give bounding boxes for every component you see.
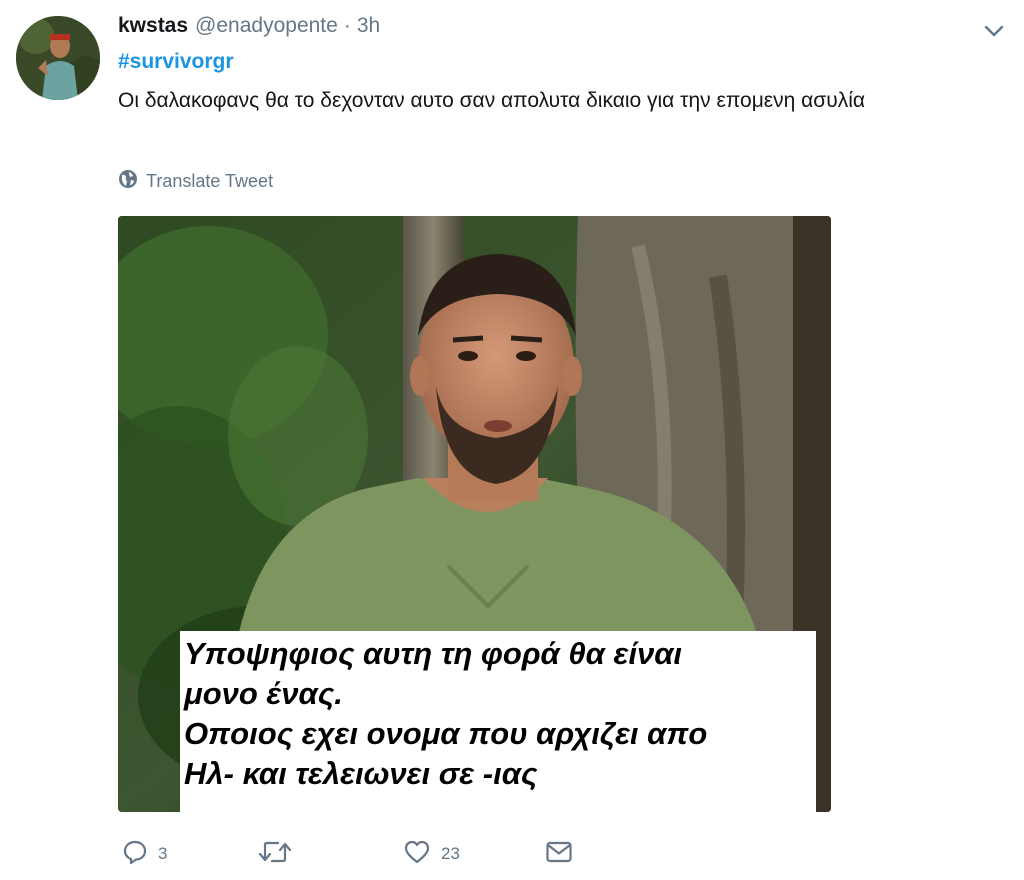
envelope-icon: [545, 840, 573, 869]
chevron-down-icon[interactable]: [980, 18, 1008, 42]
caption-line: Υποψηφιος αυτη τη φορά θα είναι: [184, 636, 683, 671]
reply-count: 3: [158, 844, 168, 863]
tweet-media-image[interactable]: Υποψηφιος αυτη τη φορά θα είναι μονο ένα…: [118, 216, 831, 812]
heart-icon: [403, 839, 431, 870]
avatar[interactable]: [16, 16, 100, 100]
translate-label: Translate Tweet: [146, 171, 274, 191]
translate-tweet-button[interactable]: Translate Tweet: [118, 169, 273, 194]
author-handle[interactable]: @enadyopente: [195, 14, 338, 38]
direct-message-button[interactable]: [545, 836, 573, 872]
caption-line: μονο ένας.: [184, 676, 343, 711]
tweet-header: kwstas @enadyopente · 3h: [118, 14, 380, 42]
meme-caption: Υποψηφιος αυτη τη φορά θα είναι μονο ένα…: [180, 631, 816, 812]
hashtag-link[interactable]: #survivorgr: [118, 50, 234, 74]
tweet: kwstas @enadyopente · 3h #survivorgr Οι …: [0, 0, 1024, 880]
like-button[interactable]: 23: [403, 836, 460, 872]
retweet-icon: [258, 839, 292, 870]
tweet-timestamp[interactable]: 3h: [357, 14, 380, 38]
separator-dot: ·: [343, 14, 351, 37]
reply-icon: [122, 839, 148, 870]
like-count: 23: [441, 844, 460, 863]
globe-icon: [118, 169, 146, 194]
retweet-button[interactable]: [258, 836, 302, 872]
caption-line: Ηλ- και τελειωνει σε -ιας: [184, 756, 538, 791]
tweet-actions: 3 23: [118, 836, 638, 872]
tweet-text: Οι δαλακοφανς θα το δεχονταν αυτο σαν απ…: [118, 89, 866, 112]
caption-line: Οποιος εχει ονομα που αρχιζει απο: [184, 716, 708, 751]
reply-button[interactable]: 3: [122, 836, 167, 872]
author-name[interactable]: kwstas: [118, 14, 188, 38]
